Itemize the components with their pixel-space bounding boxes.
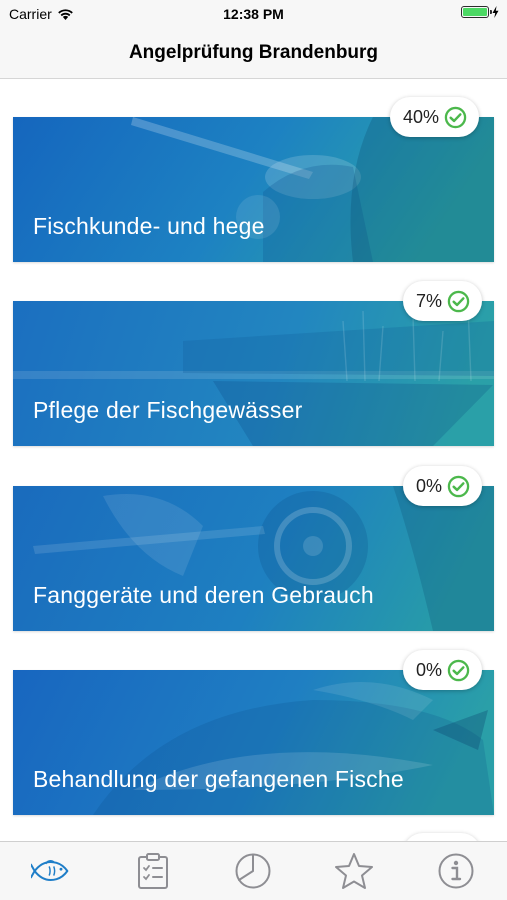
fish-icon bbox=[31, 859, 69, 882]
star-icon bbox=[335, 853, 373, 889]
progress-percent: 0% bbox=[416, 659, 443, 680]
pie-chart-icon bbox=[235, 853, 271, 889]
progress-badge: 7% bbox=[403, 281, 483, 321]
progress-percent: 7% bbox=[416, 290, 443, 311]
clipboard-checklist-icon bbox=[138, 853, 168, 889]
navigation-bar: Angelprüfung Brandenburg bbox=[0, 28, 507, 79]
topic-list[interactable]: Fischkunde- und hege 40% Pflege der Fisc… bbox=[0, 79, 507, 841]
tab-statistics[interactable] bbox=[233, 851, 273, 891]
tab-info[interactable] bbox=[436, 851, 476, 891]
topic-title: Fischkunde- und hege bbox=[33, 213, 265, 239]
status-bar: Carrier 12:38 PM bbox=[0, 0, 507, 28]
topic-card-pflege[interactable]: Pflege der Fischgewässer bbox=[13, 301, 494, 446]
tab-exam[interactable] bbox=[133, 851, 173, 891]
topic-card-behandlung[interactable]: Behandlung der gefangenen Fische bbox=[13, 670, 494, 815]
check-circle-icon bbox=[447, 290, 470, 312]
progress-percent: 0% bbox=[416, 475, 443, 496]
topic-card-image bbox=[13, 117, 494, 262]
info-icon bbox=[438, 853, 474, 889]
tab-topics[interactable] bbox=[31, 851, 71, 891]
progress-percent: 40% bbox=[403, 106, 440, 127]
topic-card-image bbox=[13, 670, 494, 815]
topic-title: Pflege der Fischgewässer bbox=[33, 397, 303, 423]
check-circle-icon bbox=[447, 659, 470, 681]
tab-favorites[interactable] bbox=[334, 851, 374, 891]
check-circle-icon bbox=[444, 106, 467, 128]
progress-badge: 40% bbox=[390, 97, 480, 137]
charging-bolt-icon bbox=[492, 6, 499, 18]
topic-title: Behandlung der gefangenen Fische bbox=[33, 766, 404, 792]
topic-card-fischkunde[interactable]: Fischkunde- und hege bbox=[13, 117, 494, 262]
topic-card-image bbox=[13, 301, 494, 446]
clock: 12:38 PM bbox=[223, 6, 284, 22]
topic-title: Fanggeräte und deren Gebrauch bbox=[33, 582, 374, 608]
check-circle-icon bbox=[447, 475, 470, 497]
progress-badge: 0% bbox=[403, 466, 483, 506]
progress-badge: 0% bbox=[403, 650, 483, 690]
page-title: Angelprüfung Brandenburg bbox=[128, 42, 379, 63]
topic-card-image bbox=[13, 486, 494, 631]
progress-badge-partial bbox=[403, 833, 481, 841]
battery-icon bbox=[461, 6, 492, 18]
status-right bbox=[461, 6, 499, 18]
tab-bar bbox=[0, 841, 507, 900]
topic-card-fanggeraete[interactable]: Fanggeräte und deren Gebrauch bbox=[13, 486, 494, 631]
